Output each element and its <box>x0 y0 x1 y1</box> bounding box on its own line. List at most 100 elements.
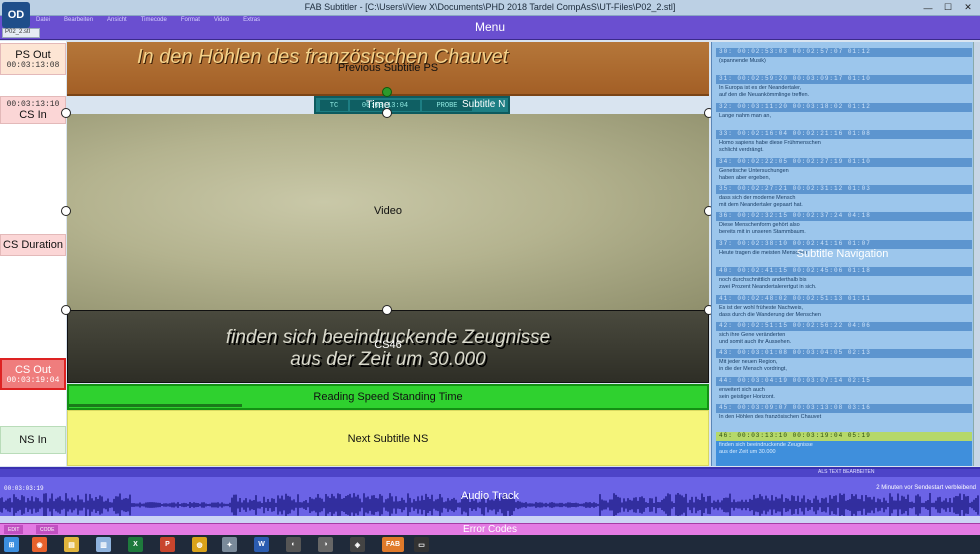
nav-entry-text: haben aber ergeben, <box>719 174 771 181</box>
nav-entry-header: 31: 00:02:59:20 00:03:09:17 01:10 <box>716 75 972 85</box>
reading-speed-label: Reading Speed Standing Time <box>313 391 463 403</box>
video-label: Video <box>374 205 402 217</box>
nav-entry-text: noch durchschnittlich anderthalb bis <box>719 277 807 284</box>
nav-entry-header: 36: 00:02:32:15 00:02:37:24 04:18 <box>716 212 972 222</box>
firefox-icon[interactable]: ◉ <box>32 537 47 552</box>
excel-icon[interactable]: X <box>128 537 143 552</box>
cs-duration-label: CS Duration <box>0 234 66 256</box>
resize-handle-bl[interactable] <box>61 305 71 315</box>
file-tab[interactable]: P02_2.stl <box>2 28 40 38</box>
next-subtitle-panel[interactable]: Next Subtitle NS <box>67 410 709 466</box>
nav-entry-text: Es ist der wohl früheste Nachweis, <box>719 304 804 311</box>
nav-entry-header: 45: 00:03:09:07 00:03:13:08 03:16 <box>716 404 972 414</box>
windows-icon[interactable]: ⊞ <box>4 537 19 552</box>
title-bar: FAB Subtitler - [C:\Users\iView X\Docume… <box>0 0 980 16</box>
ps-out-label: PS Out 00:03:13:08 <box>0 43 66 75</box>
resize-handle-bc[interactable] <box>382 305 392 315</box>
nav-entry-text: mit dem Neandertaler gepaart hat. <box>719 202 803 208</box>
nav-entry-header: 46: 00:03:13:10 00:03:19:04 05:19 <box>716 431 972 441</box>
nav-entry-header: 40: 00:02:41:15 00:02:45:06 01:18 <box>716 267 972 277</box>
menu-label: Menu <box>474 20 506 34</box>
nav-entry-header: 35: 00:02:27:21 00:02:31:12 01:03 <box>716 185 972 194</box>
nav-entry-text: sein geistiger Horizont. <box>719 393 775 400</box>
cs-duration-title: CS Duration <box>3 239 63 251</box>
tools-icon[interactable]: ✦ <box>222 537 237 552</box>
time-bar[interactable]: TC 00:03:13:04 PROBE Time Subtitle N <box>314 96 510 114</box>
word-icon[interactable]: W <box>254 537 269 552</box>
left-labels: PS Out 00:03:13:08 00:03:13:10 CS In CS … <box>0 41 66 466</box>
nav-entry-text: (spannende Musik) <box>719 58 766 64</box>
camera-icon[interactable]: ◈ <box>350 537 365 552</box>
ps-out-title: PS Out <box>15 48 51 61</box>
resize-handle-ml[interactable] <box>61 206 71 216</box>
nav-entry-text: aus der Zeit um 30.000 <box>719 448 776 455</box>
ns-in-label: NS In <box>0 426 66 454</box>
fab-icon[interactable]: FAB <box>382 537 404 552</box>
nav-entry-header: 32: 00:03:11:20 00:03:18:02 01:12 <box>716 102 972 112</box>
current-subtitle-line2[interactable]: aus der Zeit um 30.000 <box>68 349 708 371</box>
tc-label: TC <box>320 100 348 111</box>
reading-speed-bar: Reading Speed Standing Time <box>67 384 709 410</box>
audio-scrollbar[interactable] <box>0 516 980 523</box>
nav-entry[interactable]: 46: 00:03:13:10 00:03:19:04 05:19 finden … <box>716 431 972 466</box>
subtitle-n-label: Subtitle N <box>462 99 506 110</box>
cs-out-time: 00:03:19:04 <box>6 375 60 385</box>
resize-handle-tc[interactable] <box>382 108 392 118</box>
reading-speed-fill <box>69 404 243 407</box>
powerpoint-icon[interactable]: P <box>160 537 175 552</box>
audio-track[interactable]: ALS TEXT BEARBEITEN 00:03:03:19 2 Minute… <box>0 467 980 523</box>
current-subtitle-panel[interactable]: finden sich beeindruckende Zeugnisse CS4… <box>67 310 709 383</box>
nav-entry-header: 44: 00:03:04:19 00:03:07:14 02:15 <box>716 376 972 386</box>
error-codes-bar: EDIT CODE Error Codes <box>0 523 980 535</box>
terminal-icon[interactable]: ▭ <box>414 537 429 552</box>
video-area[interactable]: Video <box>67 114 709 310</box>
app-logo: OD <box>2 2 30 28</box>
audio-label: Audio Track <box>460 490 520 502</box>
nav-entry-text: auf den die Neuankömmlinge treffen. <box>719 92 810 99</box>
nav-entry-text: und somit auch ihr Aussehen. <box>719 339 792 345</box>
audio-header: ALS TEXT BEARBEITEN <box>0 469 980 477</box>
nav-entry-text: Genetische Untersuchungen <box>719 167 789 174</box>
close-icon[interactable]: ✕ <box>960 1 976 14</box>
nav-entry-header: 30: 00:02:53:03 00:02:57:07 01:12 <box>716 48 972 57</box>
nav-entry-text: bereits mit in unseren Stammbaum. <box>719 229 806 236</box>
nav-entry-text: In den Höhlen des französischen Chauvet <box>719 414 822 421</box>
menu-bar: Datei Bearbeiten Ansicht Timecode Format… <box>0 16 980 40</box>
cs-out-label: CS Out 00:03:19:04 <box>0 358 66 390</box>
explorer-icon[interactable]: ▤ <box>64 537 79 552</box>
nav-entry-text: in die der Mensch vordringt, <box>719 366 787 373</box>
nav-entry-text: dass sich der moderne Mensch <box>719 195 796 201</box>
resize-handle-tl[interactable] <box>61 108 71 118</box>
previous-subtitle-label: Previous Subtitle PS <box>337 62 439 74</box>
nav-scrollbar[interactable] <box>973 42 980 466</box>
next-subtitle-label: Next Subtitle NS <box>347 433 429 445</box>
notepad-icon[interactable]: ▥ <box>96 537 111 552</box>
nav-entry-text: dass durch die Wanderung der Menschen <box>719 311 821 318</box>
maximize-icon[interactable]: ☐ <box>940 1 956 14</box>
ps-out-time: 00:03:13:08 <box>6 60 60 70</box>
nav-entry-text: In Europa ist es der Neandertaler, <box>719 85 802 92</box>
edit-as-text-button[interactable]: ALS TEXT BEARBEITEN <box>818 469 875 475</box>
nav-entry-text: Lange nahm man an, <box>719 112 771 119</box>
cs-in-label: 00:03:13:10 CS In <box>0 96 66 124</box>
rotate-handle[interactable] <box>382 87 392 97</box>
nav-entry-header: 41: 00:02:48:02 00:02:51:13 01:11 <box>716 294 972 304</box>
nav-entry-text: zwei Prozent Neandertalerertgut in sich. <box>719 284 817 291</box>
nav-entry-text: finden sich beeindruckende Zeugnisse <box>719 441 813 448</box>
nav-entry-header: 42: 00:02:51:15 00:02:56:22 04:06 <box>716 322 972 331</box>
subtitle-navigation[interactable]: 30: 00:02:53:03 00:02:57:07 01:12 (spanne… <box>711 42 973 466</box>
cs-in-time: 00:03:13:10 <box>6 99 60 109</box>
nav-entry-text: sich ihre Gene veränderten <box>719 332 786 338</box>
eye2-icon[interactable]: ◑ <box>318 537 333 552</box>
nav-entry-header: 33: 00:02:16:04 00:02:21:16 01:08 <box>716 130 972 140</box>
window-title: FAB Subtitler - [C:\Users\iView X\Docume… <box>304 2 676 12</box>
error-codes-label: Error Codes <box>463 524 517 535</box>
minimize-icon[interactable]: — <box>920 1 936 14</box>
nav-entry-text: Diese Menschenform gehört also <box>719 222 800 229</box>
cs-in-title: CS In <box>19 108 47 121</box>
nav-entry-text: Mit jeder neuen Region, <box>719 359 778 366</box>
nav-entry-header: 43: 00:03:01:08 00:03:04:05 02:13 <box>716 349 972 359</box>
eye-icon[interactable]: ◐ <box>286 537 301 552</box>
headset-icon[interactable]: ◍ <box>192 537 207 552</box>
nav-entry-header: 34: 00:02:22:05 00:02:27:19 01:10 <box>716 157 972 167</box>
